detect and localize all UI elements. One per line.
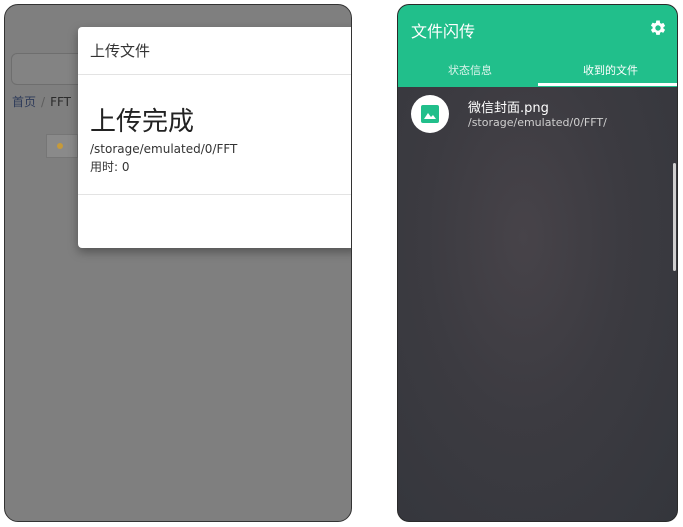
tab-active-indicator [538,83,677,86]
dialog-footer-divider [78,194,351,195]
upload-complete-heading: 上传完成 [90,107,195,137]
file-thumbnail [46,134,78,158]
app-bar: 文件闪传 状态信息 收到的文件 [398,5,677,87]
upload-path: /storage/emulated/0/FFT [90,142,238,156]
gear-icon[interactable] [649,19,667,37]
breadcrumb-current: FFT [50,95,71,109]
breadcrumb: 首页 / FFT [12,93,71,110]
file-name: 微信封面.png [468,101,549,116]
breadcrumb-separator: / [41,95,46,109]
left-device-screen: 首页 / FFT 上传文件 上传完成 /storage/emulated/0/FFT… [4,4,352,522]
scrollbar[interactable] [673,163,676,271]
app-title: 文件闪传 [411,22,476,41]
upload-dialog: 上传文件 上传完成 /storage/emulated/0/FFT 用时: 0 [78,27,351,248]
right-device-screen: 文件闪传 状态信息 收到的文件 微信封面.png /storage/emulat… [397,4,678,522]
dialog-header-divider [78,74,351,75]
file-avatar [411,95,449,133]
upload-time: 用时: 0 [90,160,130,174]
image-icon [421,105,439,123]
dialog-title: 上传文件 [90,42,151,60]
list-item[interactable]: 微信封面.png /storage/emulated/0/FFT/ [398,95,677,135]
tab-status-info[interactable]: 状态信息 [448,62,492,78]
breadcrumb-home-link[interactable]: 首页 [12,95,36,109]
file-path: /storage/emulated/0/FFT/ [468,116,607,129]
tab-received-files[interactable]: 收到的文件 [583,62,638,78]
